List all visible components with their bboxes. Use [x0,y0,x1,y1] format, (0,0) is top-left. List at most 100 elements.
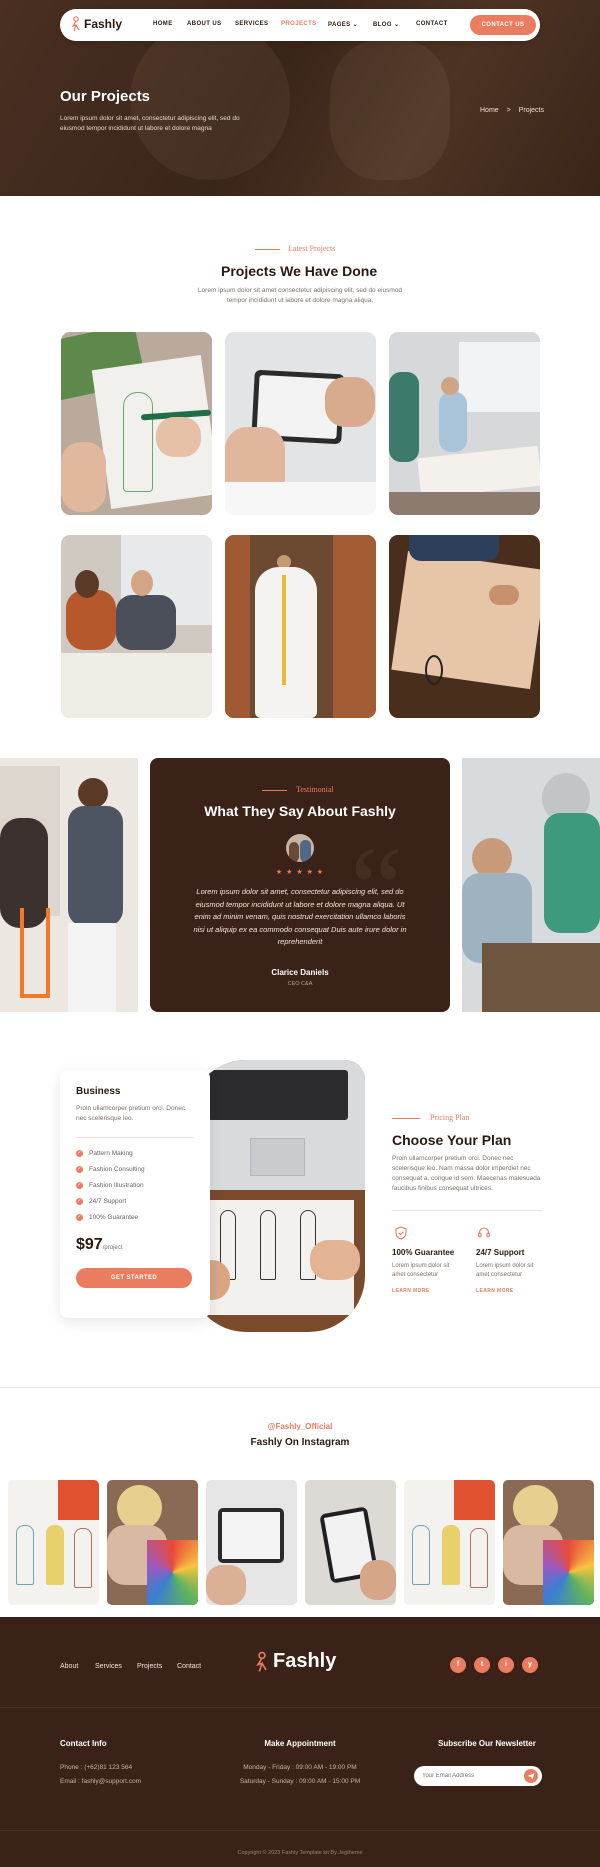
navbar: Fashly HOME ABOUT US SERVICES PROJECTS P… [60,9,540,41]
rating-stars-icon: ★ ★ ★ ★ ★ [275,869,325,876]
nav-blog-label: BLOG [373,22,392,28]
instagram-icon[interactable]: i [498,1657,514,1673]
newsletter-title: Subscribe Our Newsletter [438,1739,536,1748]
project-image-pattern-paper[interactable] [389,535,540,718]
check-icon: ✓ [76,1198,83,1205]
nav-about[interactable]: ABOUT US [187,21,222,27]
divider [76,1137,194,1138]
feature-item: ✓ 100% Guarantee [76,1214,138,1221]
feature-item: ✓ Pattern Making [76,1150,133,1157]
feature-item: ✓ Fashion Consulting [76,1166,145,1173]
pricing-description: Proin ullamcorper pretium orci. Donec ne… [392,1155,541,1192]
avatar [286,834,314,862]
instagram-post[interactable] [305,1480,396,1605]
chevron-down-icon: ⌄ [352,22,359,28]
feature-box-title: 100% Guarantee [392,1248,455,1257]
projects-kicker: Latest Projects [288,244,336,253]
chevron-down-icon: ⌄ [394,22,400,28]
nav-contact[interactable]: CONTACT [416,21,448,27]
pricing-card: Business Proin ullamcorper pretium orci.… [60,1070,210,1318]
price-amount: $97 [76,1236,103,1253]
footer-link-contact[interactable]: Contact [177,1663,201,1670]
project-image-team[interactable] [61,535,212,718]
plan-name: Business [76,1086,121,1097]
check-icon: ✓ [76,1166,83,1173]
check-icon: ✓ [76,1182,83,1189]
testimonial-kicker: Testimonial [296,785,334,794]
testimonial-name: Clarice Daniels [271,968,329,977]
copyright: Copyright © 2023 Fashly Template kit By … [237,1850,363,1856]
footer-logo[interactable]: Fashly [254,1650,336,1673]
hero-bg-shape [130,20,290,180]
feature-label: Fashion Consulting [89,1166,145,1173]
nav-projects[interactable]: PROJECTS [281,21,317,27]
footer-link-about[interactable]: About [60,1663,78,1670]
testimonial-card: “ Testimonial What They Say About Fashly… [150,758,450,1012]
instagram-post[interactable] [8,1480,99,1605]
instagram-handle[interactable]: @Fashly_Official [0,1422,600,1431]
support-icon [477,1226,491,1240]
nav-pages[interactable]: PAGES ⌄ [328,21,358,28]
testimonial-side-image-left [0,758,138,1012]
footer-link-projects[interactable]: Projects [137,1663,162,1670]
send-icon [527,1773,535,1780]
nav-home[interactable]: HOME [153,21,173,27]
pricing-image [190,1060,365,1332]
feature-box-text: Lorem ipsum dolor sit amet consectetur [476,1263,534,1278]
nav-pages-label: PAGES [328,22,351,28]
logo-text: Fashly [84,17,123,31]
project-image-workshop[interactable] [389,332,540,515]
projects-title: Projects We Have Done [221,263,378,279]
learn-more-link[interactable]: LEARN MORE [476,1288,514,1294]
hero-description: Lorem ipsum dolor sit amet, consectetur … [60,115,240,132]
hero-banner: Fashly HOME ABOUT US SERVICES PROJECTS P… [0,0,600,196]
breadcrumb-separator-icon: > [506,107,511,114]
youtube-icon[interactable]: y [522,1657,538,1673]
divider [0,1830,600,1831]
logo-icon [254,1651,270,1673]
feature-box-text: Lorem ipsum dolor sit amet consectetur [392,1263,450,1278]
contact-us-button[interactable]: CONTACT US [470,15,536,35]
feature-item: ✓ 24/7 Support [76,1198,126,1205]
instagram-post[interactable] [206,1480,297,1605]
project-image-tablet[interactable] [225,332,376,515]
divider [392,1210,542,1211]
guarantee-icon [394,1226,408,1240]
feature-label: Fashion Illustration [89,1182,144,1189]
pricing-title: Choose Your Plan [392,1132,512,1148]
testimonial-role: CEO C&A [287,981,313,987]
instagram-title: Fashly On Instagram [250,1437,350,1448]
hero-bg-shape [330,40,450,180]
brand-logo[interactable]: Fashly [70,16,122,32]
divider [0,1707,600,1708]
feature-label: Pattern Making [89,1150,133,1157]
newsletter-email-input[interactable] [422,1769,518,1783]
feature-label: 100% Guarantee [89,1214,139,1221]
instagram-post[interactable] [503,1480,594,1605]
kicker-line [262,790,287,791]
send-button[interactable] [524,1769,538,1783]
projects-description: Lorem ipsum dolor sit amet consectetur a… [197,287,403,304]
instagram-post[interactable] [107,1480,198,1605]
breadcrumb-current: Projects [518,107,544,114]
price-unit: /project [102,1245,123,1251]
pricing-kicker: Pricing Plan [430,1113,470,1122]
project-image-sketching[interactable] [61,332,212,515]
get-started-button[interactable]: GET STARTED [76,1268,192,1288]
feature-item: ✓ Fashion Illustration [76,1182,144,1189]
project-image-dress-form[interactable] [225,535,376,718]
nav-blog[interactable]: BLOG ⌄ [373,21,399,28]
breadcrumb-home[interactable]: Home [480,107,499,114]
logo-text: Fashly [273,1650,337,1672]
kicker-line [392,1118,420,1119]
nav-services[interactable]: SERVICES [235,21,268,27]
learn-more-link[interactable]: LEARN MORE [392,1288,430,1294]
page-title: Our Projects [60,88,151,105]
price: $97/project [76,1236,122,1254]
facebook-icon[interactable]: f [450,1657,466,1673]
footer-link-services[interactable]: Services [95,1663,122,1670]
plan-description: Proin ullamcorper pretium orci. Donec ne… [76,1105,186,1122]
check-icon: ✓ [76,1150,83,1157]
instagram-post[interactable] [404,1480,495,1605]
twitter-icon[interactable]: t [474,1657,490,1673]
